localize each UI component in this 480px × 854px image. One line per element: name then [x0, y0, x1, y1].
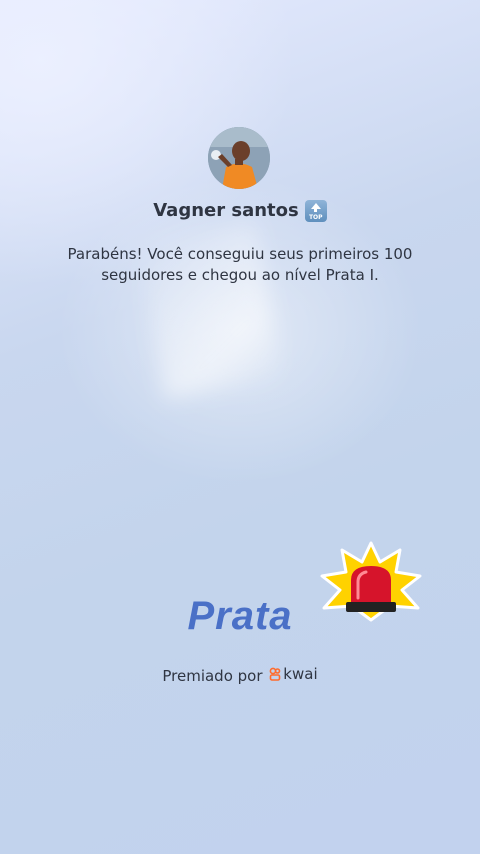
awarded-by-label: Premiado por: [162, 667, 263, 685]
top-badge-icon: TOP: [304, 200, 327, 222]
username-row: Vagner santos TOP: [0, 200, 480, 222]
avatar-photo: [208, 127, 270, 189]
awarded-by-row: Premiado por kwai: [0, 665, 480, 685]
siren-icon: [320, 541, 422, 622]
avatar[interactable]: [208, 127, 270, 189]
username[interactable]: Vagner santos: [153, 200, 299, 221]
level-name: Prata: [187, 594, 293, 638]
brand-name: kwai: [283, 665, 318, 683]
brand[interactable]: kwai: [269, 665, 318, 683]
congratulations-message: Parabéns! Você conseguiu seus primeiros …: [67, 245, 413, 284]
kwai-logo-icon: [269, 667, 281, 681]
top-badge-label: TOP: [308, 214, 323, 221]
